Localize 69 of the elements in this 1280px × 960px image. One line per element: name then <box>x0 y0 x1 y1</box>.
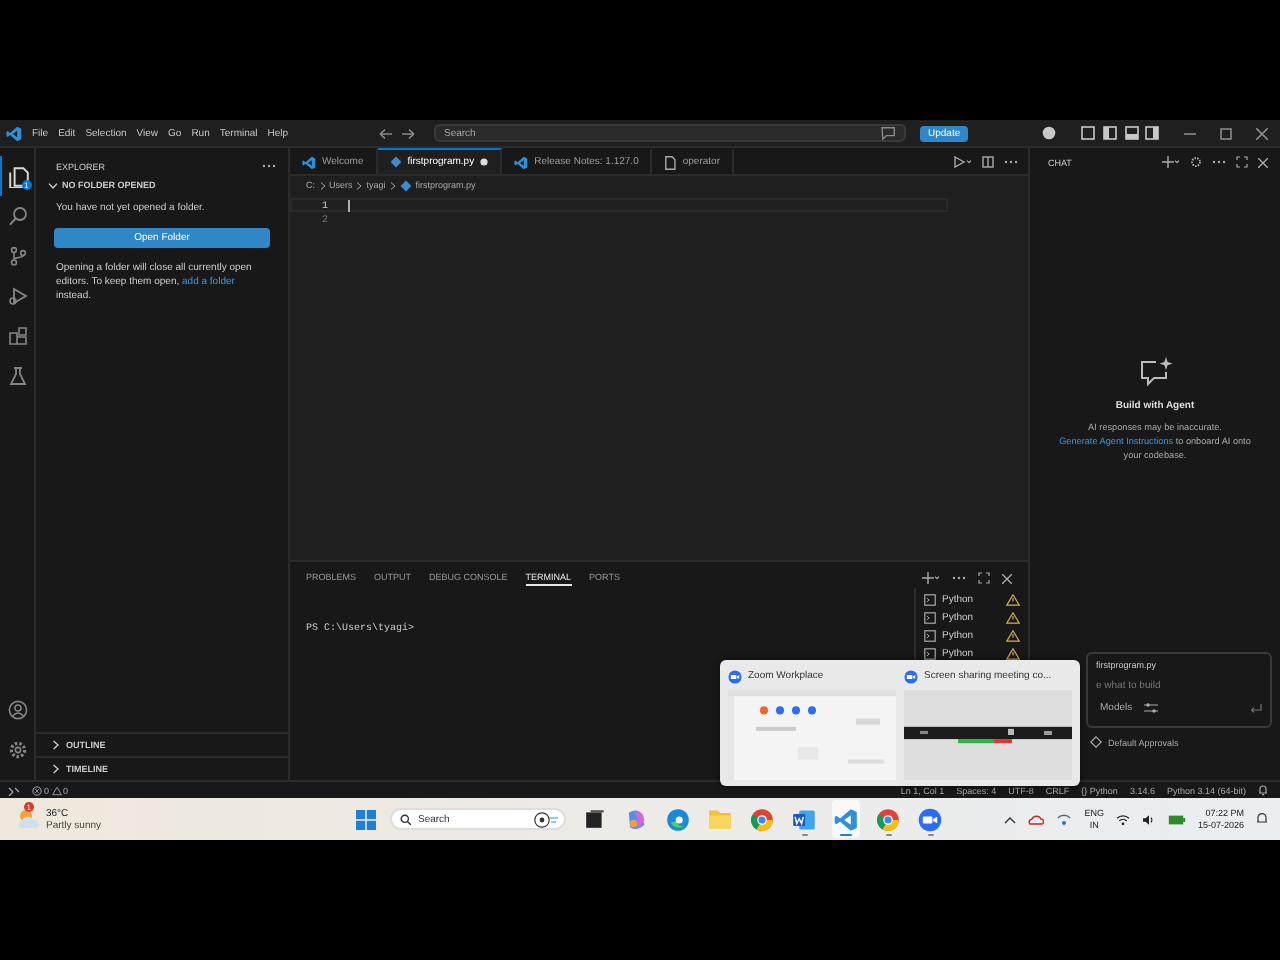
browser-icon <box>666 807 690 831</box>
battery-icon[interactable] <box>1167 813 1186 825</box>
file-icon <box>664 155 677 169</box>
run-debug-icon <box>8 286 28 306</box>
chevron-up-icon[interactable] <box>1004 815 1017 823</box>
cloud-icon[interactable] <box>1028 812 1045 826</box>
error-icon <box>32 785 42 795</box>
text-cursor <box>348 199 350 211</box>
terminal-icon <box>924 629 936 641</box>
settings-icon[interactable] <box>1190 156 1202 168</box>
vscode-icon <box>834 807 858 831</box>
chat-icon[interactable] <box>880 126 898 140</box>
send-icon[interactable] <box>1250 703 1262 713</box>
weather-icon <box>16 808 40 830</box>
chevron-icon <box>356 181 363 189</box>
chevron-icon <box>52 740 60 750</box>
ball-icon <box>534 811 558 827</box>
network-icon[interactable] <box>1056 812 1073 826</box>
chrome-icon <box>876 807 900 831</box>
back-forward-icon[interactable] <box>378 127 418 139</box>
video-icon <box>904 669 918 683</box>
search-icon <box>400 813 412 825</box>
chevron-icon <box>52 764 60 774</box>
files-icon <box>7 165 29 187</box>
chrome-icon <box>750 807 774 831</box>
bell-icon[interactable] <box>1258 784 1268 796</box>
terminal-icon <box>924 593 936 605</box>
minimize-icon[interactable] <box>1184 127 1196 139</box>
chevron-icon <box>48 181 58 189</box>
account-icon[interactable] <box>7 700 27 720</box>
copilot-icon <box>624 807 648 831</box>
video-icon <box>728 669 742 683</box>
source-control-icon <box>8 246 28 266</box>
settings-icon[interactable] <box>7 740 27 760</box>
account-icon[interactable] <box>1042 126 1056 140</box>
close-icon[interactable] <box>1002 573 1012 583</box>
split-editor-icon[interactable] <box>982 155 994 167</box>
notification-icon[interactable] <box>1256 812 1268 826</box>
search-icon <box>8 206 28 226</box>
new-chat-icon[interactable] <box>1162 156 1180 168</box>
terminal-icon <box>924 611 936 623</box>
vscode-icon <box>514 155 529 169</box>
chevron-icon <box>389 181 396 189</box>
maximize-panel-icon[interactable] <box>978 572 990 584</box>
folder-icon <box>708 808 732 830</box>
run-icon[interactable] <box>954 155 972 167</box>
maximize-icon[interactable] <box>1220 127 1232 139</box>
warning-icon <box>51 785 62 795</box>
extensions-icon <box>8 326 28 346</box>
tune-icon[interactable] <box>1144 702 1159 714</box>
close-icon[interactable] <box>1258 157 1268 167</box>
add-terminal-icon[interactable] <box>922 572 940 584</box>
terminal-icon <box>924 647 936 659</box>
document-icon <box>792 807 816 831</box>
start-icon[interactable] <box>356 809 376 829</box>
flask-icon <box>8 366 28 386</box>
remote-icon[interactable] <box>8 784 20 796</box>
chat-sparkle-icon <box>1137 356 1173 388</box>
video-icon <box>918 807 942 831</box>
chevron-icon <box>319 181 325 189</box>
layout-icon[interactable] <box>1080 126 1160 140</box>
vscode-icon <box>302 155 316 169</box>
volume-icon[interactable] <box>1141 813 1156 825</box>
shield-icon <box>1090 736 1102 748</box>
task-view-icon <box>583 808 605 830</box>
maximize-panel-icon[interactable] <box>1236 156 1248 168</box>
close-icon[interactable] <box>1256 127 1268 139</box>
vscode-icon <box>6 125 22 141</box>
wifi-icon[interactable] <box>1115 813 1130 825</box>
